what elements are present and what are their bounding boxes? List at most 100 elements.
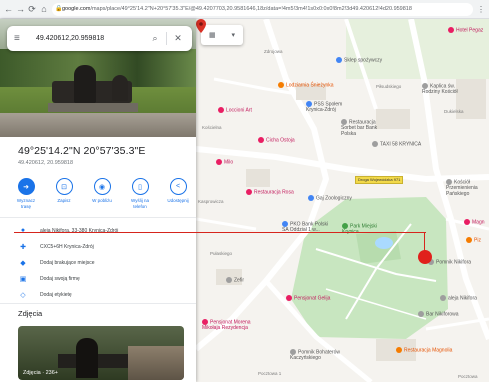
hotel-icon: [202, 319, 208, 325]
poi-marker[interactable]: Bar Nikiforowa: [418, 311, 459, 317]
poi-marker[interactable]: Hotel Pegaz: [448, 27, 483, 33]
poi-marker[interactable]: Cicha Ostoja: [258, 137, 295, 143]
store-icon: [306, 101, 312, 107]
poi-marker[interactable]: Restauracja Sorbet bar Bank Polska: [341, 119, 389, 137]
nearby-icon: ◉: [93, 178, 111, 195]
hotel-icon: [218, 107, 224, 113]
poi-marker[interactable]: Loccioni Art: [218, 107, 252, 113]
poi-marker[interactable]: Pensjonat Morena Mikołaja Rezydencja: [202, 319, 262, 331]
browser-toolbar: ← → ⟳ ⌂ 🔒 google.com/maps/place/49°25'14…: [0, 0, 489, 19]
share-button[interactable]: < Udostępnij: [164, 178, 192, 209]
layers-icon: ▦: [208, 32, 216, 39]
chevron-down-icon: ▾: [231, 32, 236, 39]
ice-cream-icon: [278, 82, 284, 88]
close-icon[interactable]: ✕: [171, 33, 185, 44]
location-pin-icon[interactable]: [196, 19, 206, 33]
street-label: Pocztowa 1: [258, 371, 282, 376]
hotel-icon: [464, 219, 470, 225]
place-decimal-coords: 49.420612, 20.959818: [18, 160, 74, 166]
search-icon[interactable]: ⌕: [148, 33, 162, 44]
street-label: Zdrojowa: [264, 49, 283, 54]
menu-icon[interactable]: ≡: [14, 33, 28, 44]
poi-marker[interactable]: Restauracja Magnolia: [396, 347, 452, 353]
search-input[interactable]: 49.420612,20.959818: [28, 35, 148, 42]
lock-icon: 🔒: [55, 5, 63, 12]
save-label: Zapisz: [57, 198, 71, 203]
bank-icon: [341, 119, 347, 125]
monument-icon: [290, 349, 296, 355]
building-icon: [226, 277, 232, 283]
poi-marker[interactable]: Kaplica św. Rodziny Kościół: [422, 83, 466, 95]
plus-code-icon: ✚: [20, 244, 26, 251]
url-path: /maps/place/49°25'14.2"N+20°57'35.3"E/@4…: [90, 5, 412, 12]
hotel-icon: [258, 137, 264, 143]
send-to-phone-label: Wyślij na telefon: [131, 198, 149, 209]
plus-code-text: CXC5+6H Krynica-Zdrój: [40, 244, 94, 250]
bank-icon: [282, 221, 288, 227]
church-icon: [422, 83, 428, 89]
directions-icon: ➜: [17, 178, 35, 195]
add-business-row[interactable]: ▣ Dodaj swoją firmę: [18, 275, 80, 283]
zoo-icon: [308, 195, 314, 201]
directions-button[interactable]: ➜ Wyznacz trasę: [12, 178, 40, 209]
action-bar: ➜ Wyznacz trasę ⊡ Zapisz ◉ W pobliżu ▯ W…: [12, 178, 192, 209]
poi-marker[interactable]: Milo: [216, 159, 233, 165]
address-bar[interactable]: 🔒 google.com/maps/place/49°25'14.2"N+20°…: [52, 2, 473, 16]
directions-label: Wyznacz trasę: [16, 198, 36, 209]
poi-marker[interactable]: Gaj Zoologiczny: [308, 195, 352, 201]
add-label-row[interactable]: ◇ Dodaj etykietę: [18, 291, 72, 299]
poi-marker[interactable]: Restauracja Rosa: [246, 189, 294, 195]
search-box: ≡ 49.420612,20.959818 ⌕ ✕: [7, 26, 192, 51]
nearby-button[interactable]: ◉ W pobliżu: [88, 178, 116, 209]
road-icon: [440, 295, 446, 301]
street-label: Kościelna: [202, 125, 222, 130]
send-to-phone-button[interactable]: ▯ Wyślij na telefon: [126, 178, 154, 209]
poi-marker[interactable]: aleja Nikifora: [440, 295, 477, 301]
photos-caption: Zdjęcia · 236+: [23, 370, 59, 376]
poi-marker[interactable]: Sklep spożywczy: [336, 57, 382, 63]
church-icon: [446, 179, 452, 185]
poi-marker[interactable]: Zefir: [226, 277, 244, 283]
save-button[interactable]: ⊡ Zapisz: [50, 178, 78, 209]
road-number-badge: Droga Wojewódzka 971: [355, 176, 404, 184]
map-canvas[interactable]: ▦ ▾ Zdrojowa Kościelna Piłsudskiego Puła…: [196, 19, 489, 382]
poi-marker[interactable]: Kościół Przemienienia Pańskiego: [446, 179, 488, 197]
bookmark-icon: ⊡: [55, 178, 73, 195]
poi-marker[interactable]: PSS Społem Krynica-Zdrój: [306, 101, 356, 113]
place-title: 49°25'14.2"N 20°57'35.3"E: [18, 145, 146, 157]
shop-icon: [336, 57, 342, 63]
poi-marker[interactable]: Pomnik Nikifora: [428, 259, 472, 265]
forward-icon[interactable]: →: [16, 0, 25, 19]
divider: [0, 303, 196, 304]
map-layers-button[interactable]: ▦ ▾: [201, 25, 243, 45]
phone-icon: ▯: [131, 178, 149, 195]
hotel-icon: [286, 295, 292, 301]
share-label: Udostępnij: [167, 198, 189, 203]
add-place-text: Dodaj brakujące miejsce: [40, 260, 95, 266]
photos-thumbnail[interactable]: Zdjęcia · 236+: [18, 326, 184, 380]
poi-marker[interactable]: Piz: [466, 237, 481, 243]
label-icon: ◇: [20, 292, 26, 299]
home-icon[interactable]: ⌂: [40, 0, 48, 19]
plus-code-row[interactable]: ✚ CXC5+6H Krynica-Zdrój: [18, 243, 94, 251]
add-label-text: Dodaj etykietę: [40, 292, 72, 298]
street-label: Pułaskiego: [210, 251, 233, 256]
place-panel: ≡ 49.420612,20.959818 ⌕ ✕ 49°25'14.2"N 2…: [0, 19, 196, 382]
street-label: Pocztowa: [458, 374, 478, 379]
poi-marker[interactable]: Magn: [464, 219, 485, 225]
park-icon: [342, 223, 348, 229]
poi-marker[interactable]: Lodziarnia Śnieżynka: [278, 82, 334, 88]
business-icon: ▣: [19, 276, 27, 283]
add-place-icon: ◆: [20, 260, 26, 267]
poi-marker[interactable]: TAXI 58 KRYNICA: [372, 141, 421, 147]
browser-menu-icon[interactable]: ⋮: [477, 0, 485, 19]
poi-marker[interactable]: Park Miejski Krynica: [342, 223, 382, 235]
add-place-row[interactable]: ◆ Dodaj brakujące miejsce: [18, 259, 94, 267]
add-business-text: Dodaj swoją firmę: [40, 276, 80, 282]
back-icon[interactable]: ←: [4, 0, 13, 19]
reload-icon[interactable]: ⟳: [28, 0, 36, 19]
street-label: Kasprowicza: [198, 199, 224, 204]
poi-marker[interactable]: Pensjonat Gelija: [286, 295, 330, 301]
divider: [0, 217, 196, 218]
poi-marker[interactable]: Pomnik Bohaterów Kaczyńskiego: [290, 349, 350, 361]
